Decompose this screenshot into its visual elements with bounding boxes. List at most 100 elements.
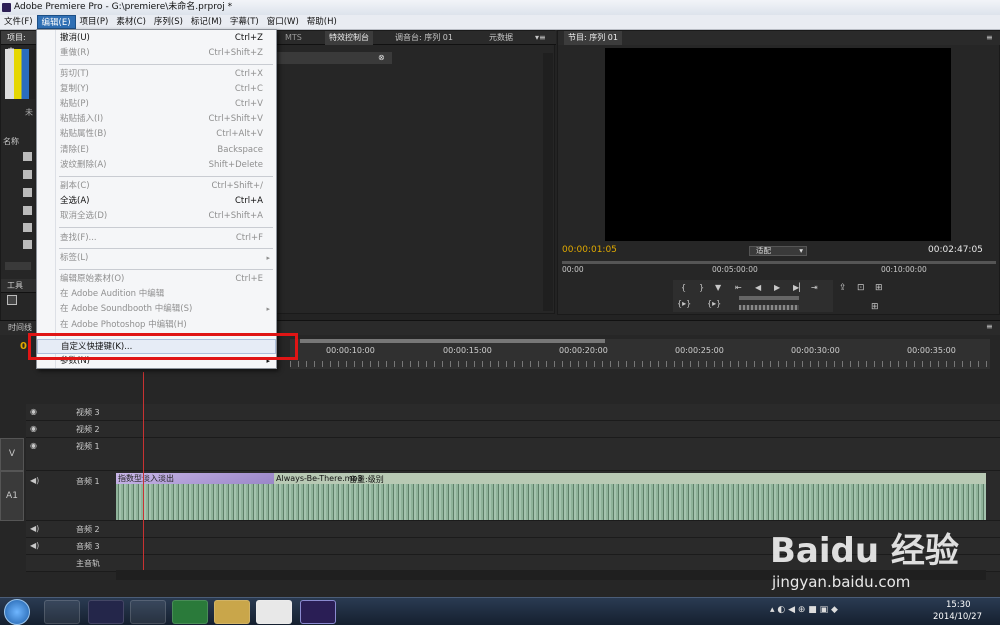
track-video-1[interactable] [26,438,1000,471]
clip-icon[interactable] [23,240,32,249]
menu-item-find[interactable]: 查找(F)... Ctrl+F [37,231,276,246]
nvidia-icon[interactable] [44,600,80,624]
clip-icon[interactable] [23,188,32,197]
menu-item-edit-original[interactable]: 编辑原始素材(O) Ctrl+E [37,272,276,287]
playhead-line[interactable] [143,372,144,570]
program-tab-bar [558,31,1000,45]
clip-icon[interactable] [23,152,32,161]
source-panel: MTS 特效控制台 调音台: 序列 01 元数据 ▾≡ ⊗ [276,30,556,314]
panel-menu-icon[interactable]: ▾≡ [535,33,546,42]
menu-help[interactable]: 帮助(H) [303,15,341,29]
mark-in-icon[interactable]: { [681,283,686,292]
watermark-url: jingyan.baidu.com [772,573,911,591]
timeline-ruler-label: 00:00:15:00 [443,346,492,355]
media-player-icon[interactable] [130,600,166,624]
after-effects-icon[interactable] [88,600,124,624]
menu-item-paste-insert[interactable]: 粘贴插入(I) Ctrl+Shift+V [37,112,276,127]
extract-icon[interactable]: ⊡ [857,283,865,293]
track-video-3[interactable] [26,404,1000,421]
jog-wheel[interactable] [739,305,799,310]
start-button[interactable] [4,599,30,625]
menu-item-paste[interactable]: 粘贴(P) Ctrl+V [37,97,276,112]
menu-item-edit-in-photoshop[interactable]: 在 Adobe Photoshop 中编辑(H) [37,318,276,333]
current-timecode[interactable]: 00:00:01:05 [562,245,617,255]
menu-item-ripple-delete[interactable]: 波纹删除(A) Shift+Delete [37,158,276,173]
program-video-display[interactable] [605,48,951,241]
menu-item-redo[interactable]: 重做(R) Ctrl+Shift+Z [37,46,276,61]
track-video-2[interactable] [26,421,1000,438]
speaker-icon[interactable]: ◀) [30,524,39,533]
menu-item-cut[interactable]: 剪切(T) Ctrl+X [37,67,276,82]
eye-icon[interactable]: ◉ [30,407,37,416]
fit-select[interactable]: 适配 ▾ [749,246,807,256]
program-tab[interactable]: 节目: 序列 01 [564,31,622,45]
menu-marker[interactable]: 标记(M) [187,15,226,29]
program-time-ruler[interactable] [562,261,996,264]
clip-icon[interactable] [23,206,32,215]
tab-effect-controls[interactable]: 特效控制台 [325,31,373,45]
track-label: 音频 1 [76,477,100,486]
go-to-out-icon[interactable]: ⇥ [811,283,818,292]
mark-out-icon[interactable]: } [699,283,704,292]
go-to-in-icon[interactable]: ⇤ [735,283,742,292]
marker-icon[interactable]: ▼ [715,283,721,292]
menu-item-edit-in-soundbooth[interactable]: 在 Adobe Soundbooth 中编辑(S) ▸ [37,302,276,317]
menu-clip[interactable]: 素材(C) [112,15,150,29]
play-effect-icon[interactable]: ⊗ [378,53,385,62]
project-tab[interactable]: 项目: 未 [1,31,36,56]
eye-icon[interactable]: ◉ [30,424,37,433]
menu-title[interactable]: 字幕(T) [226,15,263,29]
menu-item-edit-in-audition[interactable]: 在 Adobe Audition 中编辑 [37,287,276,302]
selection-tool-icon[interactable] [7,295,17,305]
panel-menu-icon[interactable]: ≡ [986,322,993,331]
lift-icon[interactable]: ⇪ [839,283,847,293]
list-view-icon[interactable] [5,262,31,270]
menu-item-clear[interactable]: 清除(E) Backspace [37,143,276,158]
menu-item-paste-attributes[interactable]: 粘贴属性(B) Ctrl+Alt+V [37,127,276,142]
target-audio-button[interactable]: A1 [0,471,24,521]
speaker-icon[interactable]: ◀) [30,541,39,550]
tray-icons[interactable]: ▴ ◐ ◀ ⊕ ■ ▣ ◆ [770,605,838,615]
clip-icon[interactable] [23,223,32,232]
step-back-icon[interactable]: ◀ [755,283,761,292]
speaker-icon[interactable]: ◀) [30,476,39,485]
scrollbar[interactable] [543,53,553,311]
play-icon[interactable]: ▶ [774,283,780,292]
step-forward-icon[interactable]: ▶▏ [793,283,805,292]
clock-time[interactable]: 15:30 [946,600,971,610]
menu-project[interactable]: 项目(P) [76,15,113,29]
loop-icon[interactable]: {▸} [707,299,721,308]
tab-metadata[interactable]: 元数据 [489,31,513,45]
menu-window[interactable]: 窗口(W) [263,15,303,29]
panel-menu-icon[interactable]: ≡ [986,33,993,42]
transition-clip[interactable]: 指数型淡入淡出 [116,473,274,484]
menu-item-deselect-all[interactable]: 取消全选(D) Ctrl+Shift+A [37,209,276,224]
clip-icon[interactable] [23,170,32,179]
menu-edit[interactable]: 编辑(E) [36,15,76,29]
name-column-header[interactable]: 名称 [3,136,19,147]
menu-item-copy[interactable]: 复制(Y) Ctrl+C [37,82,276,97]
source-hidden-tab[interactable]: MTS [285,33,302,42]
tab-audio-mixer[interactable]: 调音台: 序列 01 [395,31,453,45]
eye-icon[interactable]: ◉ [30,441,37,450]
shuttle-slider[interactable] [739,296,799,300]
menu-item-undo[interactable]: 撤消(U) Ctrl+Z [37,31,276,46]
target-video-button[interactable]: V [0,438,24,471]
menu-item-duplicate[interactable]: 副本(C) Ctrl+Shift+/ [37,179,276,194]
premiere-taskbar-icon[interactable] [300,600,336,624]
work-area-bar[interactable] [300,339,605,343]
refresh-app-icon[interactable] [172,600,208,624]
timeline-tab[interactable]: 时间线 [8,322,32,333]
menu-item-select-all[interactable]: 全选(A) Ctrl+A [37,194,276,209]
trim-icon[interactable]: ⊞ [871,302,879,312]
timeline-timecode[interactable]: 0 [20,341,27,352]
export-frame-icon[interactable]: ⊞ [875,283,883,293]
paint-app-icon[interactable] [256,600,292,624]
menu-file[interactable]: 文件(F) [0,15,37,29]
clock-date[interactable]: 2014/10/27 [933,612,982,622]
play-in-to-out-icon[interactable]: {▸} [677,299,691,308]
file-explorer-icon[interactable] [214,600,250,624]
tools-tab[interactable]: 工具 [1,279,38,293]
menu-sequence[interactable]: 序列(S) [150,15,187,29]
menu-item-label[interactable]: 标签(L) ▸ [37,251,276,266]
